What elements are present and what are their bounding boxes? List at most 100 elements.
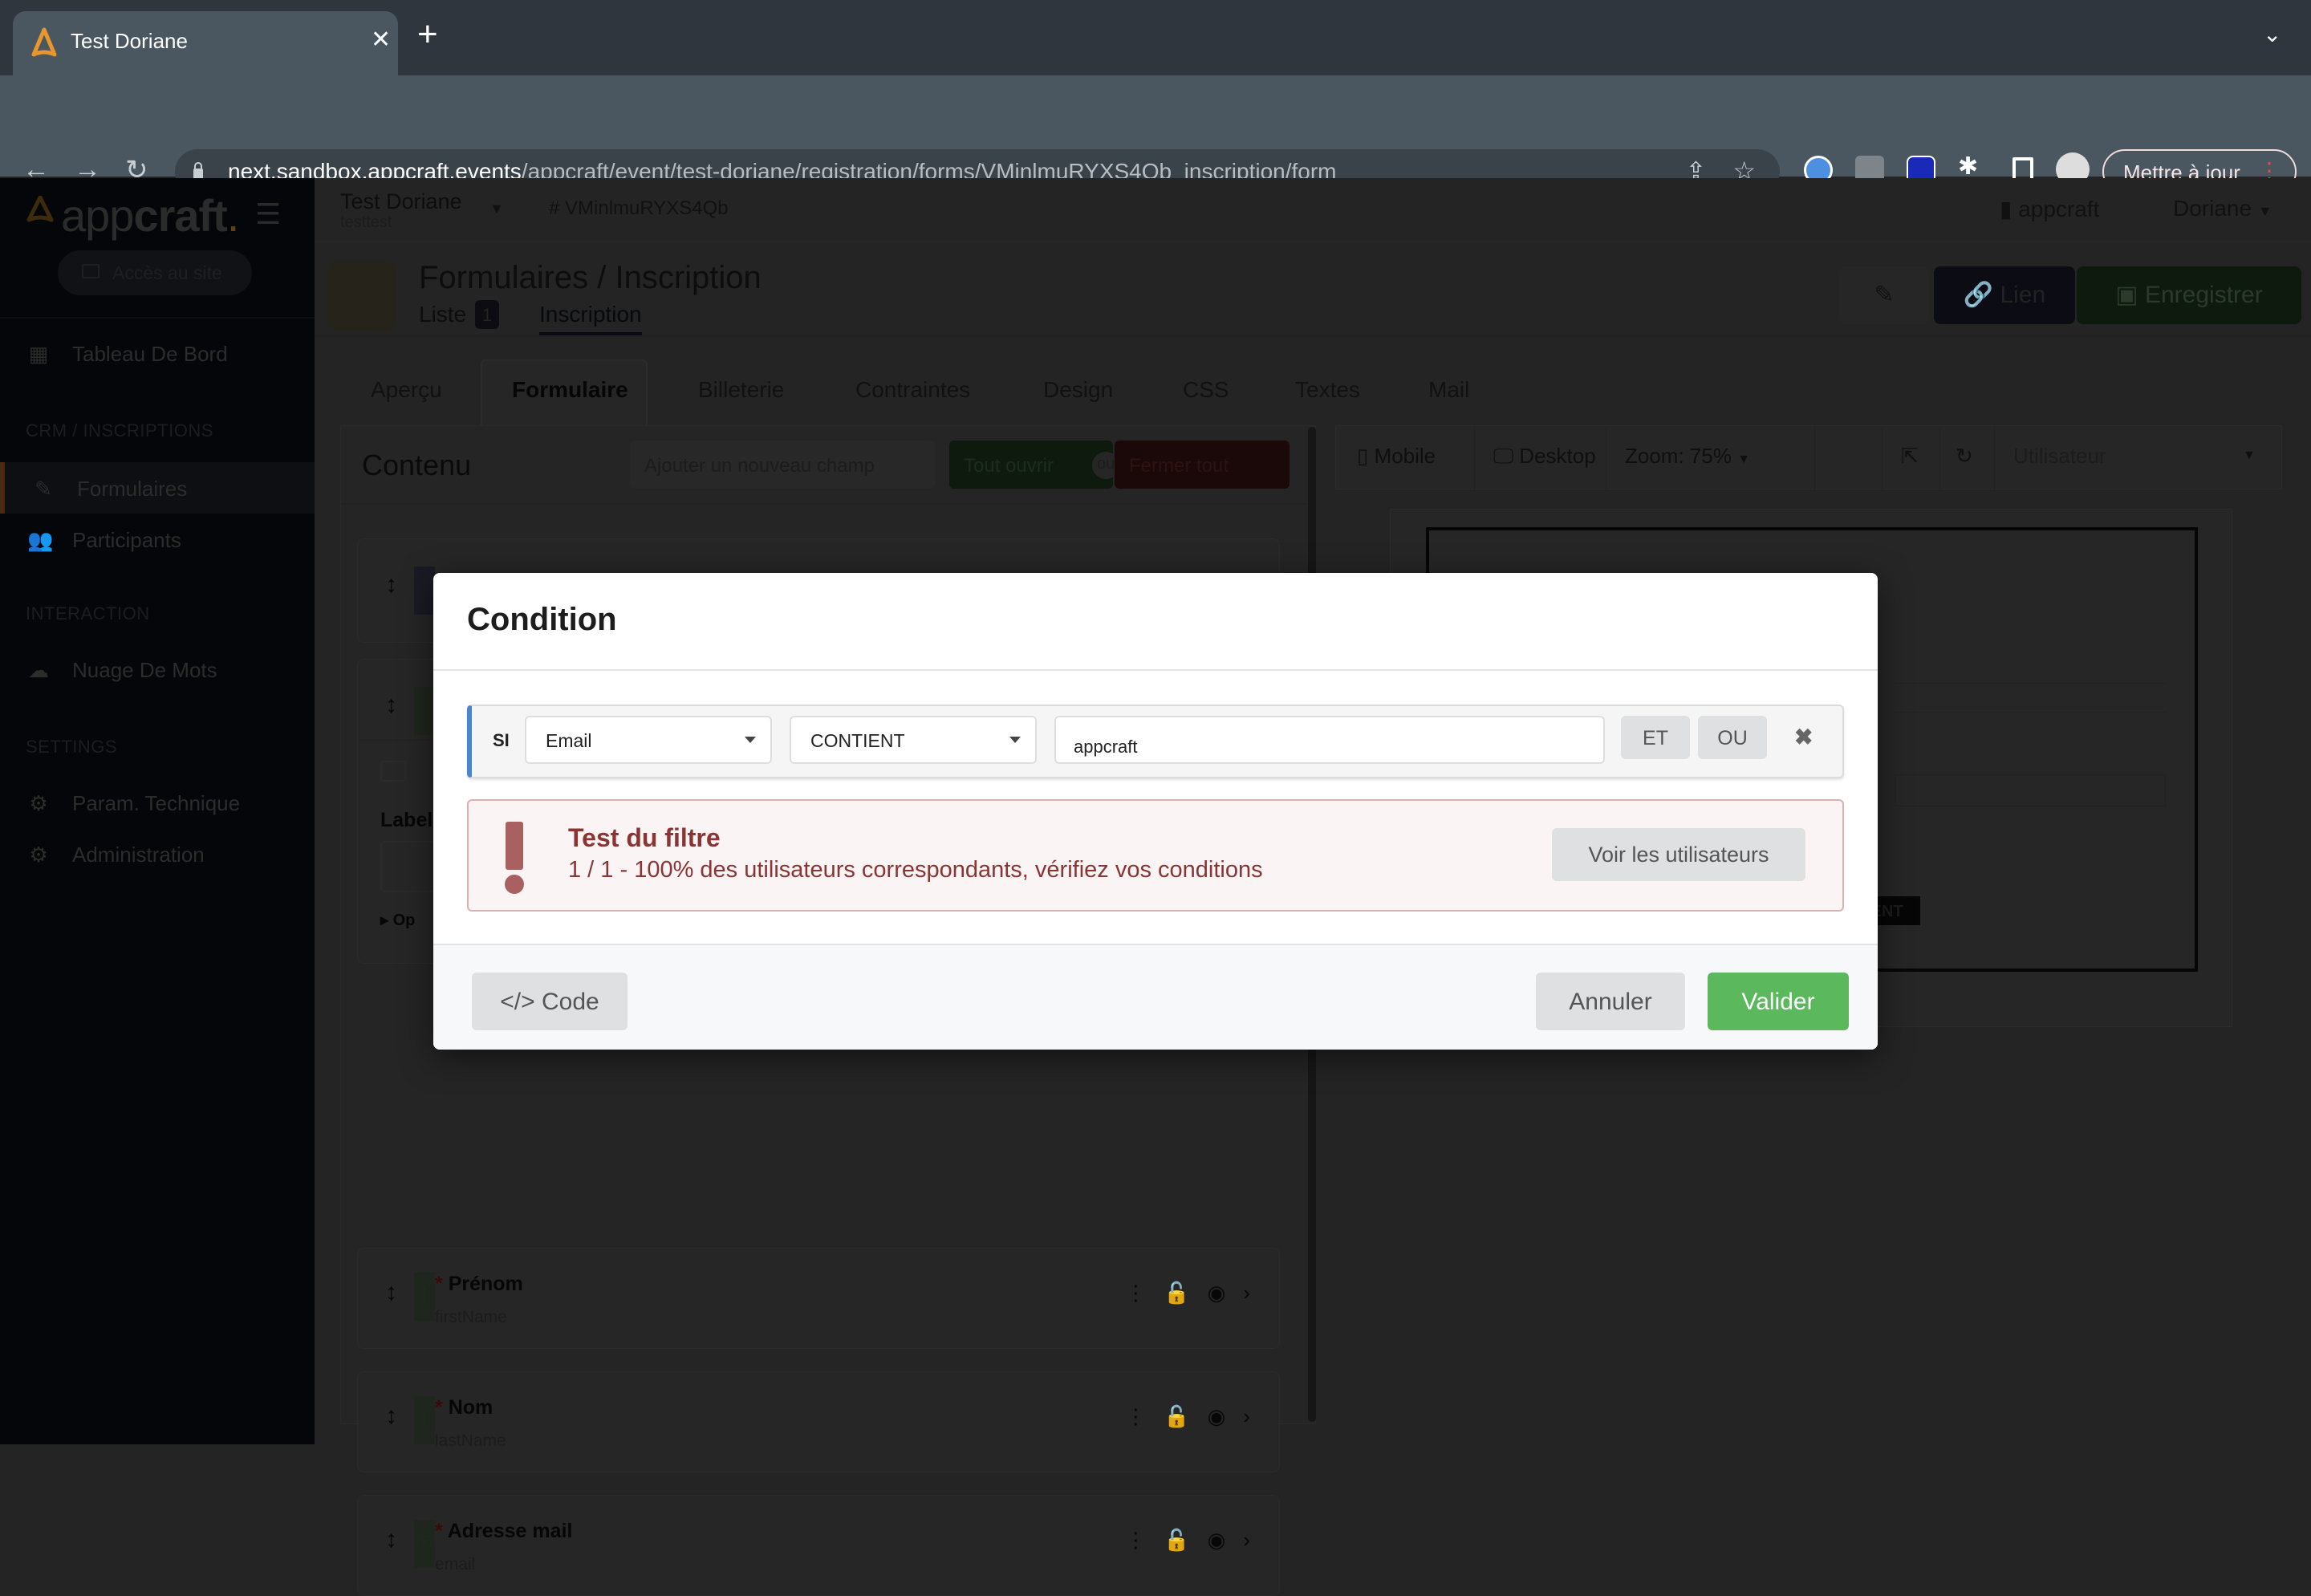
more-options-icon[interactable]: ⋮ (1125, 1528, 1146, 1553)
exclamation-icon (505, 822, 524, 894)
tab-design[interactable]: Design (1043, 377, 1113, 403)
field-card-lastname[interactable]: ↕ I * Nom lastName ⋮ 🔓 ◉ › (357, 1371, 1280, 1472)
cancel-button[interactable]: Annuler (1536, 973, 1685, 1030)
field-card-firstname[interactable]: ↕ I * Prénom firstName ⋮ 🔓 ◉ › (357, 1248, 1280, 1349)
tab-contraintes[interactable]: Contraintes (855, 377, 970, 403)
and-button[interactable]: ET (1621, 716, 1690, 759)
caret-down-icon[interactable]: ▼ (2243, 449, 2256, 463)
value-input[interactable] (1054, 716, 1605, 764)
extensions-puzzle-icon[interactable]: ✱ (1958, 152, 1987, 181)
edit-button[interactable]: ✎ (1839, 266, 1929, 324)
collapse-sidebar-icon[interactable]: ☰ (255, 197, 281, 231)
phone-icon: ▯ (1357, 444, 1375, 468)
tab-search-chevron-icon[interactable]: ⌄ (2263, 21, 2281, 47)
section-crm: CRM / INSCRIPTIONS (26, 420, 213, 441)
card-checkbox[interactable] (380, 761, 406, 782)
si-label: SI (493, 730, 510, 750)
unlock-icon[interactable]: 🔓 (1164, 1528, 1189, 1553)
validate-button[interactable]: Valider (1708, 973, 1849, 1030)
field-select[interactable]: Email (525, 716, 772, 764)
chevron-right-icon[interactable]: › (1243, 1404, 1250, 1429)
liste-count-badge: 1 (475, 300, 499, 329)
sidebar-item-participants[interactable]: 👥 Participants (0, 514, 315, 565)
field-card-email[interactable]: ↕ ✉ * Adresse mail email ⋮ 🔓 ◉ › (357, 1495, 1280, 1596)
refresh-icon[interactable]: ↻ (1956, 444, 1973, 469)
field-label: * Prénom (435, 1273, 523, 1295)
desktop-button[interactable]: 🖵 Desktop (1493, 444, 1596, 469)
user-menu[interactable]: Doriane ▼ (2173, 196, 2272, 221)
eye-icon[interactable]: ◉ (1208, 1404, 1226, 1429)
drag-handle-icon[interactable]: ↕ (385, 571, 397, 599)
zoom-select[interactable]: Zoom: 75% ▼ (1625, 444, 1750, 469)
site-access-button[interactable]: Accès au site (58, 250, 252, 295)
event-dropdown-icon[interactable]: ▼ (489, 201, 504, 217)
close-tab-icon[interactable]: ✕ (371, 26, 391, 54)
field-type-icon (414, 687, 435, 735)
open-all-button[interactable]: Tout ouvrir (949, 441, 1113, 489)
modal-header-divider (433, 669, 1878, 671)
tab-apercu[interactable]: Aperçu (371, 377, 442, 403)
add-field-button[interactable]: Ajouter un nouveau champ (630, 441, 935, 489)
eye-icon[interactable]: ◉ (1208, 1281, 1226, 1306)
alert-message: 1 / 1 - 100% des utilisateurs correspond… (568, 857, 1263, 883)
sidebar-item-formulaires[interactable]: ✎ Formulaires (0, 462, 315, 514)
sidebar-item-dashboard[interactable]: ▦ Tableau De Bord (0, 327, 315, 379)
more-options-icon[interactable]: ⋮ (1125, 1281, 1146, 1306)
modal-title: Condition (467, 602, 617, 637)
tab-billeterie[interactable]: Billeterie (698, 377, 784, 403)
toolbar-separator (1994, 426, 1995, 490)
code-button[interactable]: </> Code (472, 973, 628, 1030)
cloud-check-icon: ☁ (28, 658, 49, 682)
monitor-icon (82, 264, 100, 278)
tab-css[interactable]: CSS (1183, 377, 1229, 403)
unlock-icon[interactable]: 🔓 (1164, 1404, 1189, 1429)
condition-modal: Condition SI Email CONTIENT ET OU ✖ Test… (433, 573, 1878, 1050)
appcraft-favicon-icon (31, 27, 57, 57)
event-name[interactable]: Test Doriane (340, 189, 462, 214)
link-icon: 🔗 (1963, 282, 2000, 308)
toolbar-separator (1474, 426, 1475, 490)
save-button[interactable]: ▣ Enregistrer (2077, 266, 2301, 324)
tab-formulaire[interactable]: Formulaire (512, 377, 628, 403)
chevron-right-icon[interactable]: › (1243, 1528, 1250, 1553)
text-cursor-icon: I (414, 1396, 435, 1444)
mobile-button[interactable]: ▯ Mobile (1357, 444, 1436, 469)
sidebar-item-administration[interactable]: ⚙ Administration (0, 828, 315, 879)
building-icon: ▮ (2000, 197, 2019, 221)
unlock-icon[interactable]: 🔓 (1164, 1281, 1189, 1306)
drag-handle-icon[interactable]: ↕ (385, 1403, 397, 1430)
operator-select[interactable]: CONTIENT (790, 716, 1037, 764)
drag-handle-icon[interactable]: ↕ (385, 1526, 397, 1553)
browser-tab[interactable]: Test Doriane ✕ (13, 11, 398, 75)
preview-toolbar: ▯ Mobile 🖵 Desktop Zoom: 75% ▼ ⇱ ↻ Utili… (1335, 425, 2282, 490)
link-button[interactable]: 🔗 Lien (1934, 266, 2075, 324)
eye-icon[interactable]: ◉ (1208, 1528, 1226, 1553)
close-all-button[interactable]: Fermer tout (1115, 441, 1290, 489)
new-tab-button[interactable]: + (417, 14, 438, 55)
preview-line (1895, 683, 2166, 684)
organization-name[interactable]: ▮ appcraft (2000, 196, 2099, 222)
chevron-right-icon[interactable]: › (1243, 1281, 1250, 1306)
sidebar-item-word-cloud[interactable]: ☁ Nuage De Mots (0, 644, 315, 695)
caret-down-icon: ▼ (1737, 453, 1751, 466)
breadcrumb-inscription[interactable]: Inscription (539, 302, 642, 335)
drag-handle-icon[interactable]: ↕ (385, 692, 397, 719)
breadcrumb-liste[interactable]: Liste (419, 302, 466, 327)
view-users-button[interactable]: Voir les utilisateurs (1552, 828, 1805, 881)
user-select[interactable]: Utilisateur (2013, 444, 2106, 469)
sidebar-item-tech-params[interactable]: ⚙ Param. Technique (0, 777, 315, 828)
drag-handle-icon[interactable]: ↕ (385, 1279, 397, 1306)
appcraft-logo-icon (26, 196, 54, 222)
top-bar: Test Doriane testtest ▼ # VMinlmuRYXS4Qb… (315, 178, 2311, 242)
or-button[interactable]: OU (1698, 716, 1767, 759)
remove-condition-icon[interactable]: ✖ (1794, 724, 1813, 750)
form-tabs: Aperçu Formulaire Billeterie Contraintes… (315, 359, 2311, 427)
options-toggle[interactable]: ▸ Op (380, 910, 415, 930)
tab-textes[interactable]: Textes (1295, 377, 1360, 403)
more-options-icon[interactable]: ⋮ (1125, 1404, 1146, 1429)
open-external-icon[interactable]: ⇱ (1901, 444, 1919, 469)
tab-mail[interactable]: Mail (1428, 377, 1469, 403)
field-actions: ⋮ 🔓 ◉ › (1125, 1528, 1250, 1553)
field-key: lastName (435, 1432, 506, 1450)
condition-row: SI Email CONTIENT ET OU ✖ (467, 705, 1844, 778)
